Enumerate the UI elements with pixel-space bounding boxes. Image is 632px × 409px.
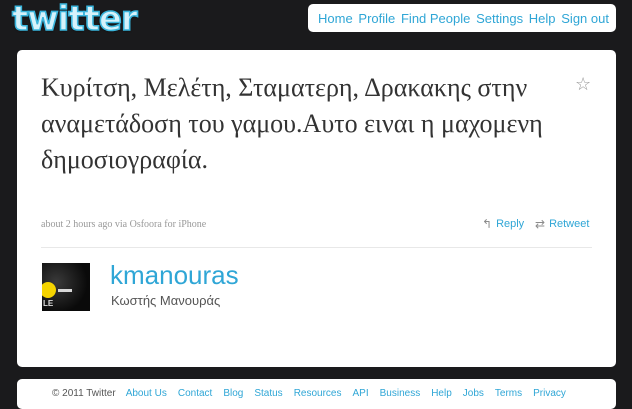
retweet-button[interactable]: ⇄ Retweet	[535, 217, 589, 231]
reply-arrow-icon: ↰	[482, 217, 493, 231]
twitter-logo[interactable]: twitter	[11, 1, 138, 37]
footer-link-api[interactable]: API	[353, 388, 369, 399]
tweet-card: Κυρίτση, Μελέτη, Σταματερη, Δρακακης στη…	[17, 50, 616, 367]
footer-link-privacy[interactable]: Privacy	[533, 388, 566, 399]
nav-settings-link[interactable]: Settings	[476, 11, 523, 26]
footer-link-contact[interactable]: Contact	[178, 388, 212, 399]
nav-home-link[interactable]: Home	[318, 11, 353, 26]
star-icon[interactable]: ☆	[575, 74, 591, 95]
footer-link-about-us[interactable]: About Us	[126, 388, 167, 399]
footer-link-blog[interactable]: Blog	[223, 388, 243, 399]
retweet-label: Retweet	[549, 218, 590, 230]
retweet-icon: ⇄	[535, 217, 546, 231]
top-navigation: Home Profile Find People Settings Help S…	[308, 4, 616, 32]
nav-find-people-link[interactable]: Find People	[401, 11, 470, 26]
author-full-name: Κωστής Μανουράς	[111, 293, 221, 308]
footer-link-help[interactable]: Help	[431, 388, 452, 399]
tweet-meta: about 2 hours ago via Osfoora for iPhone	[41, 219, 207, 230]
footer-link-jobs[interactable]: Jobs	[463, 388, 484, 399]
divider	[41, 247, 592, 248]
footer-link-status[interactable]: Status	[254, 388, 282, 399]
footer-link-business[interactable]: Business	[380, 388, 421, 399]
nav-sign-out-link[interactable]: Sign out	[561, 11, 609, 26]
footer-link-terms[interactable]: Terms	[495, 388, 522, 399]
nav-profile-link[interactable]: Profile	[358, 11, 395, 26]
copyright: © 2011 Twitter	[52, 388, 116, 399]
author-screen-name-link[interactable]: kmanouras	[110, 260, 239, 290]
reply-label: Reply	[496, 218, 525, 230]
nav-help-link[interactable]: Help	[529, 11, 556, 26]
avatar[interactable]: LE	[42, 263, 90, 311]
tweet-text: Κυρίτση, Μελέτη, Σταματερη, Δρακακης στη…	[41, 73, 543, 174]
footer-link-resources[interactable]: Resources	[294, 388, 342, 399]
reply-button[interactable]: ↰ Reply	[482, 217, 524, 231]
